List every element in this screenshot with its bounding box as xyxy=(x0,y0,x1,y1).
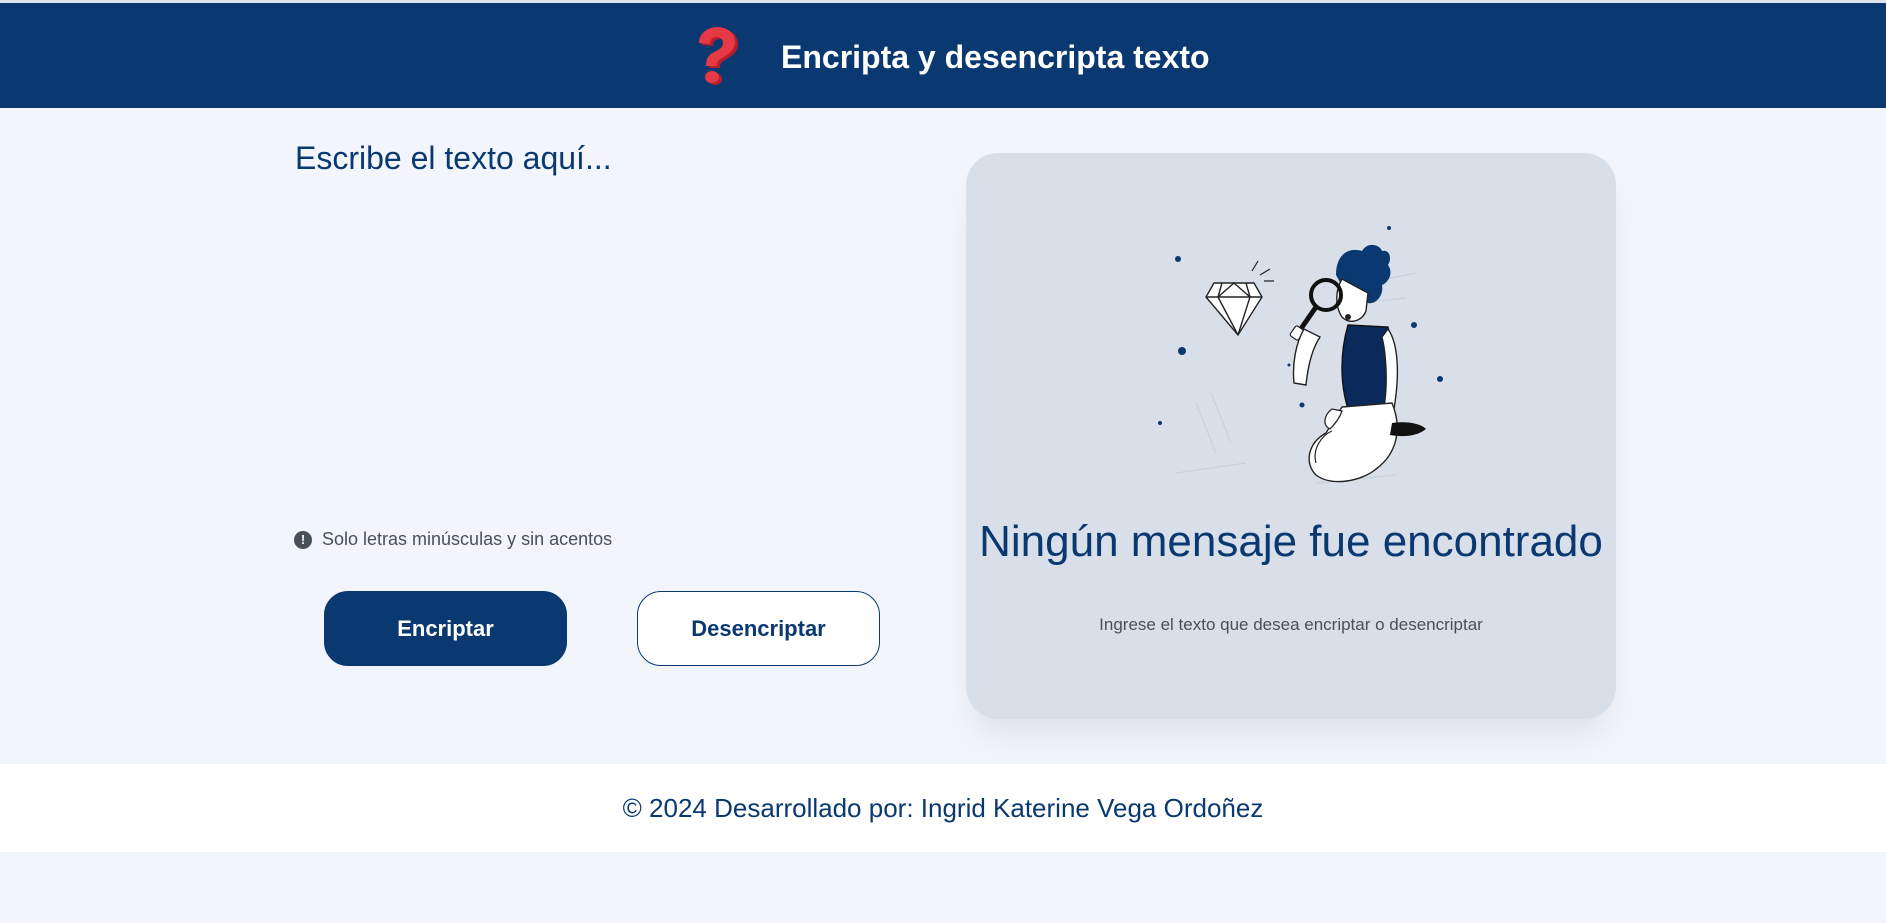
exclamation-circle-icon: ! xyxy=(294,530,312,549)
header: Encripta y desencripta texto xyxy=(0,0,1886,108)
input-hint: ! Solo letras minúsculas y sin acentos xyxy=(294,529,612,550)
page-title: Encripta y desencripta texto xyxy=(781,39,1210,75)
question-mark-icon xyxy=(692,27,742,87)
output-subtitle: Ingrese el texto que desea encriptar o d… xyxy=(1099,615,1483,634)
hint-text: Solo letras minúsculas y sin acentos xyxy=(322,529,613,549)
text-input[interactable] xyxy=(295,140,895,500)
footer: © 2024 Desarrollado por: Ingrid Katerine… xyxy=(0,764,1886,852)
decrypt-button[interactable]: Desencriptar xyxy=(637,591,880,666)
output-panel: Ningún mensaje fue encontrado Ingrese el… xyxy=(966,153,1616,719)
encrypt-button[interactable]: Encriptar xyxy=(324,591,567,666)
footer-text: © 2024 Desarrollado por: Ingrid Katerine… xyxy=(622,792,1264,823)
output-title: Ningún mensaje fue encontrado xyxy=(979,517,1603,566)
person-magnifier-illustration xyxy=(1136,213,1456,513)
